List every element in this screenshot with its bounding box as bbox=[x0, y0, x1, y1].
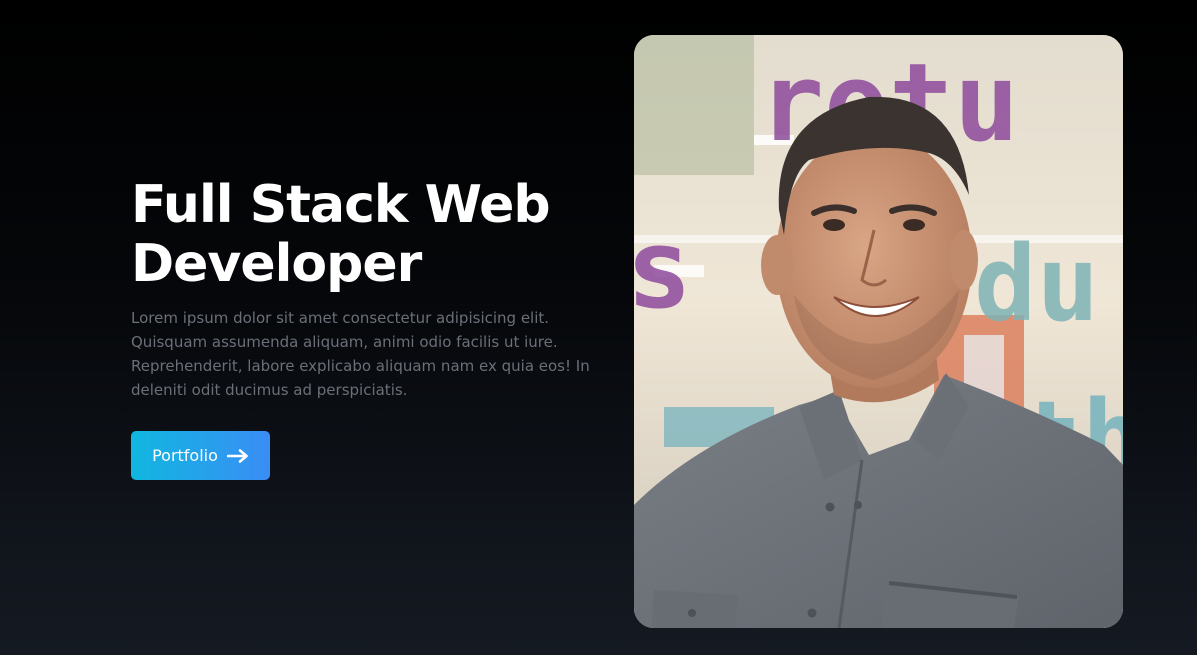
hero-section: Full Stack Web Developer Lorem ipsum dol… bbox=[0, 0, 1197, 655]
hero-description: Lorem ipsum dolor sit amet consectetur a… bbox=[131, 306, 591, 402]
hero-title-line-2: Developer bbox=[131, 234, 422, 294]
hero-description-line-4: deleniti odit ducimus ad perspiciatis. bbox=[131, 381, 408, 399]
portfolio-button-label: Portfolio bbox=[152, 446, 218, 465]
hero-description-line-1: Lorem ipsum dolor sit amet consectetur a… bbox=[131, 309, 550, 327]
hero-description-line-3: Reprehenderit, labore explicabo aliquam … bbox=[131, 357, 590, 375]
wall-text-left: s bbox=[634, 205, 692, 333]
hero-title-line-1: Full Stack Web bbox=[131, 175, 551, 235]
arrow-right-icon bbox=[226, 448, 248, 463]
hero-description-line-2: Quisquam assumenda aliquam, animi odio f… bbox=[131, 333, 558, 351]
profile-photo: rotu s du th bbox=[634, 35, 1123, 628]
wall-text-right: du bbox=[974, 223, 1099, 345]
hero-text-column: Full Stack Web Developer Lorem ipsum dol… bbox=[131, 176, 601, 402]
hero-title: Full Stack Web Developer bbox=[131, 176, 601, 294]
profile-photo-illustration: rotu s du th bbox=[634, 35, 1123, 628]
portfolio-button[interactable]: Portfolio bbox=[131, 431, 270, 480]
